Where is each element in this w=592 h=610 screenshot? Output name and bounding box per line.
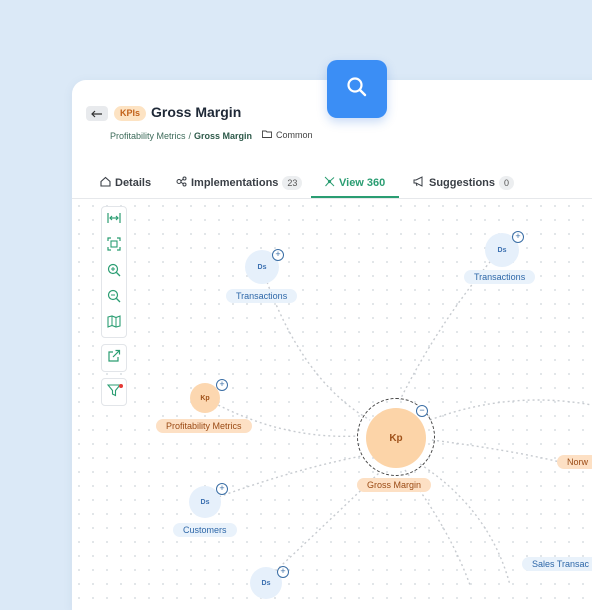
tab-bar: Details Implementations 23 View 360 Sugg… [72,168,592,199]
page-title: Gross Margin [151,104,242,120]
expand-node-button[interactable]: + [512,231,524,243]
tab-label: Details [115,177,152,189]
folder-link[interactable]: Common [262,130,313,140]
kpi-badge: KPIs [114,106,147,121]
filter-active-dot [119,384,123,388]
zoom-out-icon [107,289,121,308]
node-label[interactable]: Profitability Metrics [156,419,252,433]
collapse-node-button[interactable]: − [416,405,428,417]
filter-tool-group [101,378,127,406]
center-node-label[interactable]: Gross Margin [357,478,432,492]
share-tool-group [101,344,127,372]
graph-node-kp[interactable]: Kp [190,383,220,413]
suggestions-count-badge: 0 [499,176,515,190]
back-arrow-icon [91,105,103,123]
fit-screen-button[interactable] [102,233,126,259]
kpi-panel: KPIs Gross Margin Profitability Metrics … [72,80,592,610]
center-node-kp[interactable]: Kp [366,408,426,468]
zoom-in-button[interactable] [102,259,126,285]
fit-width-button[interactable] [102,207,126,233]
tab-label: Suggestions [429,177,496,189]
tab-implementations[interactable]: Implementations 23 [176,174,303,192]
graph-icon [324,176,335,190]
node-label[interactable]: Transactions [226,289,298,303]
expand-node-button[interactable]: + [216,379,228,391]
node-label[interactable]: Customers [173,523,237,537]
expand-node-button[interactable]: + [277,566,289,578]
node-label[interactable]: Sales Transac [522,557,592,571]
expand-node-button[interactable]: + [272,249,284,261]
node-label[interactable]: Norw [557,455,592,469]
breadcrumb-parent[interactable]: Profitability Metrics [110,131,186,141]
home-icon [100,176,111,190]
map-icon [107,315,121,333]
network-icon [176,176,187,190]
tab-label: Implementations [191,177,279,189]
back-button[interactable] [86,106,108,121]
view-tool-group [101,206,127,338]
fit-width-icon [107,211,121,229]
search-icon [345,75,369,104]
tab-view-360[interactable]: View 360 [324,174,385,192]
search-button[interactable] [327,60,387,118]
implementations-count-badge: 23 [282,176,303,190]
expand-node-button[interactable]: + [216,483,228,495]
zoom-out-button[interactable] [102,285,126,311]
share-button[interactable] [102,345,126,371]
zoom-in-icon [107,263,121,282]
minimap-button[interactable] [102,311,126,337]
folder-label: Common [276,130,313,140]
megaphone-icon [413,176,425,190]
folder-icon [262,130,272,140]
filter-button[interactable] [102,379,126,405]
active-tab-indicator [311,196,399,198]
breadcrumb-current: Gross Margin [194,131,253,141]
breadcrumb-separator: / [188,131,192,141]
tab-suggestions[interactable]: Suggestions 0 [413,174,515,192]
fit-screen-icon [107,236,121,256]
tab-details[interactable]: Details [100,174,151,192]
node-label[interactable]: Transactions [464,270,536,284]
tab-label: View 360 [339,177,386,189]
breadcrumb: Profitability Metrics / Gross Margin [110,131,252,141]
graph-toolbar [101,206,127,412]
share-icon [107,349,121,368]
